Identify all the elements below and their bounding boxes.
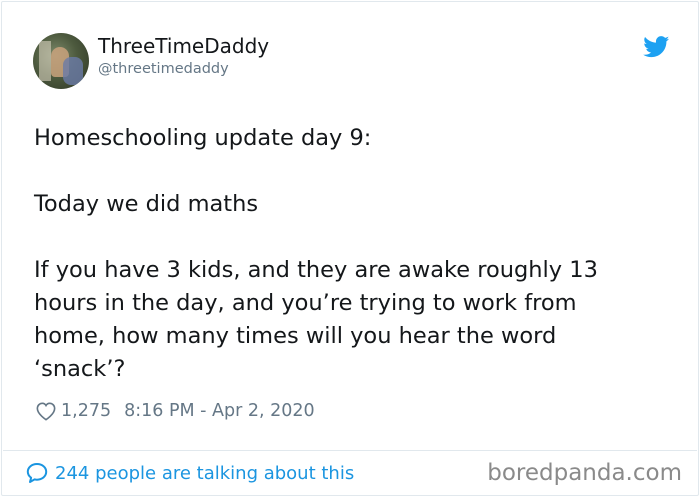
tweet-meta: 1,275 8:16 PM - Apr 2, 2020 xyxy=(35,399,315,423)
speech-bubble-icon xyxy=(26,463,48,483)
tweet-card: ThreeTimeDaddy @threetimedaddy Homeschoo… xyxy=(1,1,699,496)
divider xyxy=(3,450,697,451)
twitter-bird-icon[interactable] xyxy=(643,36,670,58)
timestamp[interactable]: 8:16 PM - Apr 2, 2020 xyxy=(124,401,315,421)
tweet-text: Homeschooling update day 9: Today we did… xyxy=(34,125,598,382)
heart-icon[interactable] xyxy=(35,401,57,421)
avatar[interactable] xyxy=(33,33,89,89)
user-handle[interactable]: @threetimedaddy xyxy=(98,61,229,77)
conversation-label[interactable]: 244 people are talking about this xyxy=(55,463,354,484)
conversation-link[interactable]: 244 people are talking about this xyxy=(25,461,354,485)
display-name[interactable]: ThreeTimeDaddy xyxy=(98,34,269,58)
like-count[interactable]: 1,275 xyxy=(61,401,111,421)
watermark: boredpanda.com xyxy=(487,460,682,486)
